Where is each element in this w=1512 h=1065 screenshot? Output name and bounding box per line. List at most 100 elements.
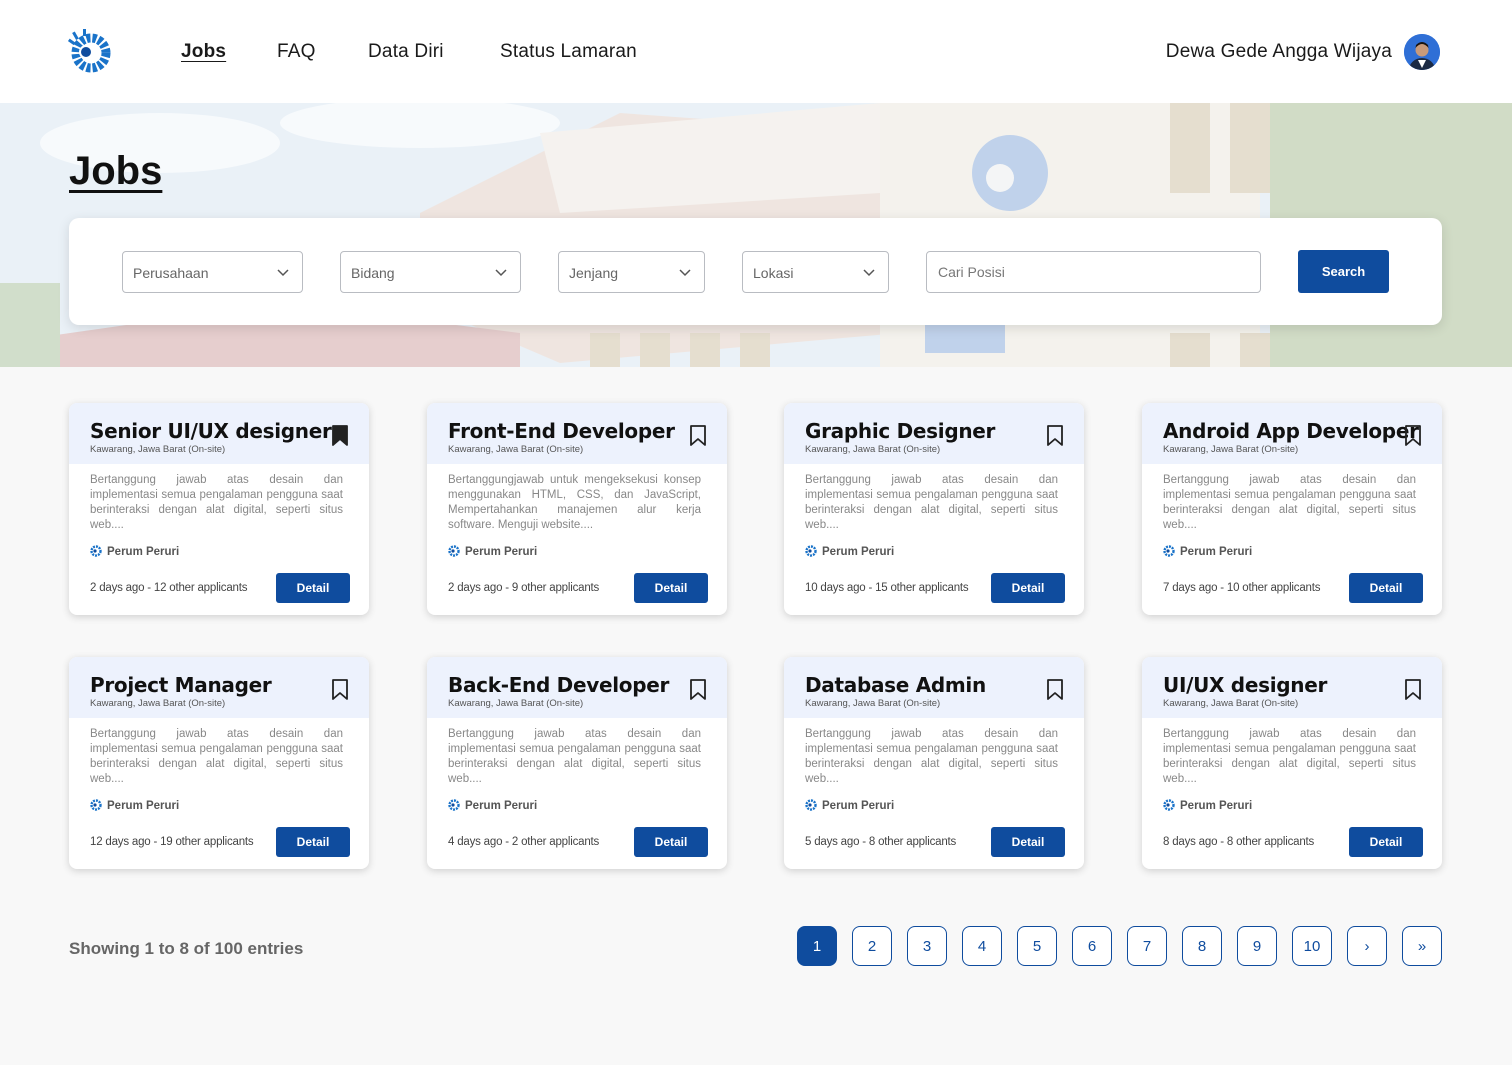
job-meta: 10 days ago - 15 other applicants	[805, 582, 969, 594]
nav-link-faq[interactable]: FAQ	[277, 41, 316, 63]
job-company: Perum Peruri	[1163, 799, 1252, 812]
chevron-down-icon	[495, 269, 507, 277]
search-button[interactable]: Search	[1298, 250, 1389, 293]
top-navbar: Jobs FAQ Data Diri Status Lamaran Dewa G…	[0, 0, 1512, 103]
job-card-header: Front-End Developer Kawarang, Jawa Barat …	[427, 403, 727, 464]
company-select[interactable]: Perusahaan	[122, 251, 303, 293]
bookmark-icon[interactable]	[331, 424, 349, 447]
page-button-10[interactable]: 10	[1292, 926, 1332, 966]
job-card[interactable]: Graphic Designer Kawarang, Jawa Barat (On…	[784, 403, 1084, 615]
detail-button[interactable]: Detail	[991, 573, 1065, 603]
job-title[interactable]: Front-End Developer	[448, 419, 675, 443]
job-company: Perum Peruri	[448, 799, 537, 812]
page-button-1[interactable]: 1	[797, 926, 837, 966]
job-title[interactable]: Back-End Developer	[448, 673, 669, 697]
company-logo-icon	[805, 545, 817, 557]
job-title[interactable]: Android App Developer	[1163, 419, 1419, 443]
entries-summary: Showing 1 to 8 of 100 entries	[69, 939, 304, 958]
job-card[interactable]: Back-End Developer Kawarang, Jawa Barat (…	[427, 657, 727, 869]
location-select[interactable]: Lokasi	[742, 251, 889, 293]
page-button-8[interactable]: 8	[1182, 926, 1222, 966]
company-name: Perum Peruri	[107, 800, 180, 812]
job-card[interactable]: Android App Developer Kawarang, Jawa Bara…	[1142, 403, 1442, 615]
bookmark-icon[interactable]	[1404, 424, 1422, 447]
company-logo-icon	[448, 545, 460, 557]
position-search-input[interactable]	[927, 252, 1260, 292]
page-button-9[interactable]: 9	[1237, 926, 1277, 966]
page-button-6[interactable]: 6	[1072, 926, 1112, 966]
bookmark-icon[interactable]	[331, 678, 349, 701]
job-card[interactable]: UI/UX designer Kawarang, Jawa Barat (On-s…	[1142, 657, 1442, 869]
page-button-5[interactable]: 5	[1017, 926, 1057, 966]
job-description: Bertanggung jawab atas desain dan implem…	[1163, 474, 1416, 531]
job-meta: 2 days ago - 12 other applicants	[90, 582, 248, 594]
nav-link-status-lamaran[interactable]: Status Lamaran	[500, 41, 637, 63]
user-photo-icon	[1404, 34, 1440, 70]
job-title[interactable]: Database Admin	[805, 673, 986, 697]
next-page-icon[interactable]: ›	[1347, 926, 1387, 966]
chevron-down-icon	[679, 269, 691, 277]
job-card[interactable]: Senior UI/UX designer Kawarang, Jawa Bara…	[69, 403, 369, 615]
detail-button[interactable]: Detail	[276, 827, 350, 857]
job-card-header: Graphic Designer Kawarang, Jawa Barat (On…	[784, 403, 1084, 464]
job-card[interactable]: Project Manager Kawarang, Jawa Barat (On-…	[69, 657, 369, 869]
job-description: Bertanggung jawab atas desain dan implem…	[805, 728, 1058, 785]
job-company: Perum Peruri	[805, 545, 894, 558]
page-button-4[interactable]: 4	[962, 926, 1002, 966]
job-meta: 5 days ago - 8 other applicants	[805, 836, 957, 848]
job-location: Kawarang, Jawa Barat (On-site)	[448, 444, 584, 455]
job-card[interactable]: Front-End Developer Kawarang, Jawa Barat …	[427, 403, 727, 615]
page-button-7[interactable]: 7	[1127, 926, 1167, 966]
company-name: Perum Peruri	[1180, 546, 1253, 558]
peruri-logo-icon[interactable]	[68, 28, 114, 76]
page-button-2[interactable]: 2	[852, 926, 892, 966]
job-title[interactable]: UI/UX designer	[1163, 673, 1327, 697]
bookmark-icon[interactable]	[689, 678, 707, 701]
job-title[interactable]: Graphic Designer	[805, 419, 995, 443]
bookmark-icon[interactable]	[1404, 678, 1422, 701]
nav-link-data-diri[interactable]: Data Diri	[368, 41, 444, 63]
company-select-label: Perusahaan	[133, 265, 209, 281]
detail-button[interactable]: Detail	[276, 573, 350, 603]
job-location: Kawarang, Jawa Barat (On-site)	[90, 444, 226, 455]
nav-link-jobs[interactable]: Jobs	[181, 41, 226, 63]
company-logo-icon	[1163, 545, 1175, 557]
company-name: Perum Peruri	[107, 546, 180, 558]
job-company: Perum Peruri	[1163, 545, 1252, 558]
field-select[interactable]: Bidang	[340, 251, 521, 293]
job-location: Kawarang, Jawa Barat (On-site)	[805, 698, 941, 709]
user-name[interactable]: Dewa Gede Angga Wijaya	[1166, 41, 1392, 63]
company-logo-icon	[448, 799, 460, 811]
detail-button[interactable]: Detail	[1349, 573, 1423, 603]
bookmark-icon[interactable]	[1046, 424, 1064, 447]
detail-button[interactable]: Detail	[634, 827, 708, 857]
job-company: Perum Peruri	[90, 545, 179, 558]
detail-button[interactable]: Detail	[991, 827, 1065, 857]
job-description: Bertanggung jawab atas desain dan implem…	[90, 728, 343, 785]
avatar[interactable]	[1404, 34, 1440, 70]
job-description: Bertanggung jawab atas desain dan implem…	[1163, 728, 1416, 785]
company-name: Perum Peruri	[822, 800, 895, 812]
company-logo-icon	[805, 799, 817, 811]
job-location: Kawarang, Jawa Barat (On-site)	[1163, 444, 1299, 455]
level-select[interactable]: Jenjang	[558, 251, 705, 293]
company-name: Perum Peruri	[822, 546, 895, 558]
job-title[interactable]: Project Manager	[90, 673, 272, 697]
level-select-label: Jenjang	[569, 265, 619, 281]
bookmark-icon[interactable]	[1046, 678, 1064, 701]
job-card-header: Android App Developer Kawarang, Jawa Bara…	[1142, 403, 1442, 464]
detail-button[interactable]: Detail	[634, 573, 708, 603]
job-card-header: UI/UX designer Kawarang, Jawa Barat (On-s…	[1142, 657, 1442, 718]
bookmark-icon[interactable]	[689, 424, 707, 447]
company-name: Perum Peruri	[465, 546, 538, 558]
job-description: Bertanggung jawab atas desain dan implem…	[448, 728, 701, 785]
search-filter-panel: Perusahaan Bidang Jenjang Lokasi Search	[69, 218, 1442, 325]
last-page-icon[interactable]: »	[1402, 926, 1442, 966]
detail-button[interactable]: Detail	[1349, 827, 1423, 857]
page-button-3[interactable]: 3	[907, 926, 947, 966]
job-card[interactable]: Database Admin Kawarang, Jawa Barat (On-s…	[784, 657, 1084, 869]
job-meta: 7 days ago - 10 other applicants	[1163, 582, 1321, 594]
job-title[interactable]: Senior UI/UX designer	[90, 419, 332, 443]
job-description: Bertanggungjawab untuk mengeksekusi kons…	[448, 474, 701, 531]
job-location: Kawarang, Jawa Barat (On-site)	[90, 698, 226, 709]
